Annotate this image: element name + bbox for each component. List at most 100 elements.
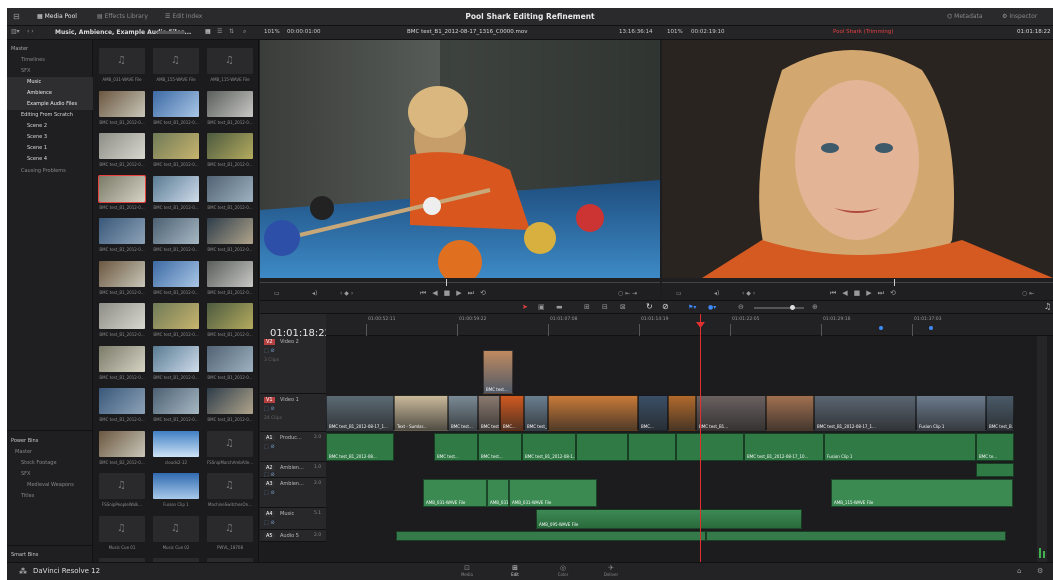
pool-clip-thumb[interactable]: ♫	[99, 515, 145, 542]
bin-scene2[interactable]: Scene 2	[7, 121, 93, 132]
timeline-clip[interactable]	[676, 433, 744, 461]
overwrite-icon[interactable]: ⊟	[602, 303, 608, 311]
timeline-clip[interactable]	[668, 395, 696, 431]
pool-clip-thumb[interactable]	[207, 345, 253, 372]
bin-scene1[interactable]: Scene 1	[7, 143, 93, 154]
jog-icon[interactable]: ‹ ◆ ›	[340, 290, 353, 297]
timeline-clip[interactable]	[576, 433, 628, 461]
timeline-marker[interactable]	[879, 326, 883, 330]
timeline-clip[interactable]: BMC...	[500, 395, 524, 431]
settings-icon[interactable]: ⚙	[1037, 567, 1043, 575]
pool-clip-thumb[interactable]	[99, 303, 145, 329]
bin-editing[interactable]: Editing From Scratch	[7, 110, 93, 121]
pool-clip-thumb[interactable]: ♫	[153, 48, 199, 74]
timeline-clip[interactable]	[976, 463, 1014, 477]
zoom-slider[interactable]	[754, 307, 804, 309]
pool-clip-thumb[interactable]	[99, 133, 145, 159]
search-icon[interactable]: ⌕	[243, 28, 246, 36]
timeline-clip[interactable]: BMC test_B1_2012-08-17_1...	[524, 395, 548, 431]
pool-clip-thumb[interactable]	[153, 133, 199, 159]
bin-list-icon[interactable]: ▥▾	[11, 28, 20, 35]
source-scrubber[interactable]	[260, 282, 660, 283]
pb-medieval[interactable]: Medieval Weapons	[7, 480, 93, 491]
track-lock-icon[interactable]: ⬚ ⊘	[264, 406, 275, 412]
timeline-clip[interactable]: BMC test_B1_2012-08...	[326, 433, 394, 461]
timeline-viewer[interactable]	[662, 40, 1053, 278]
pool-clip-thumb[interactable]: ♫	[99, 48, 145, 74]
pb-titles[interactable]: Titles	[7, 491, 93, 502]
timeline-clip[interactable]: Fusion Clip 1	[824, 433, 976, 461]
pool-clip-thumb[interactable]	[207, 90, 253, 117]
source-playhead[interactable]	[446, 279, 447, 286]
timeline-clip[interactable]: AMB_095-WAVE File	[536, 509, 802, 529]
pool-clip-thumb[interactable]	[207, 303, 253, 329]
timeline-clip[interactable]: AMB_031...	[487, 479, 509, 507]
zoom-handle[interactable]	[790, 305, 795, 310]
timeline-scrub-playhead[interactable]	[894, 279, 895, 286]
pool-clip-thumb[interactable]: ♫	[207, 48, 253, 74]
timeline-clip[interactable]: BMC test...	[448, 395, 478, 431]
timeline-clip[interactable]: BMC test...	[478, 433, 522, 461]
pool-clip-thumb[interactable]	[153, 218, 199, 244]
viewer-mode-icon[interactable]: ▭	[676, 290, 682, 297]
pool-clip-thumb[interactable]: ♫	[207, 515, 253, 542]
home-icon[interactable]: ⌂	[1017, 567, 1021, 575]
pool-clip-thumb[interactable]	[153, 345, 199, 372]
timeline-name[interactable]: Pool Shark (Trimming)	[833, 29, 894, 35]
pool-clip-thumb[interactable]	[99, 388, 145, 414]
pool-clip-thumb[interactable]	[153, 388, 199, 414]
timeline-clip[interactable]: BMC test_B1...	[696, 395, 766, 431]
pool-clip-thumb[interactable]	[153, 430, 199, 457]
track-lock-icon[interactable]: ⬚ ⊘	[264, 520, 275, 526]
pool-clip-thumb[interactable]	[153, 175, 199, 202]
pb-master[interactable]: Master	[7, 447, 93, 458]
metadata-tab[interactable]: ⌬ Metadata	[947, 13, 983, 20]
sort-icon[interactable]: ⇅	[229, 28, 234, 35]
timeline-clip[interactable]: BMC test...	[434, 433, 478, 461]
marker-icon[interactable]: ●▾	[708, 304, 716, 311]
in-out-icon[interactable]: ○ ⇤ ⇥	[618, 290, 637, 297]
pool-clip-thumb[interactable]: ♫	[207, 473, 253, 499]
timeline-clip[interactable]: BMC test_B1_2012-08-17_1...	[326, 395, 394, 431]
timeline-clip[interactable]	[766, 395, 814, 431]
pb-sfx[interactable]: SFX	[7, 469, 93, 480]
timeline-zoom[interactable]: 101%	[667, 29, 683, 35]
zoom-out-icon[interactable]: ⊖	[738, 303, 744, 311]
jog-icon[interactable]: ‹ ◆ ›	[742, 290, 755, 297]
trim-tool-icon[interactable]: ▣	[538, 303, 545, 311]
track-lock-icon[interactable]: ⬚ ⊘	[264, 444, 275, 450]
timeline-clip[interactable]	[396, 531, 706, 541]
page-deliver[interactable]: ✈ Deliver	[591, 564, 631, 580]
grid-view-icon[interactable]: ▦	[205, 28, 211, 35]
timeline-clip[interactable]: BMC test...	[483, 350, 513, 394]
pool-clip-thumb[interactable]	[99, 345, 145, 372]
audio-icon[interactable]: ◂)	[714, 290, 719, 297]
inspector-tab[interactable]: ⚙ Inspector	[1002, 13, 1037, 20]
pool-clip-thumb[interactable]	[99, 430, 145, 457]
replace-icon[interactable]: ⊠	[620, 303, 626, 311]
pool-clip-thumb[interactable]	[207, 175, 253, 202]
pool-clip-thumb[interactable]	[153, 260, 199, 287]
pool-clip-thumb[interactable]: ♫	[207, 430, 253, 457]
snapping-icon[interactable]: ↻	[646, 302, 653, 311]
pool-clip-thumb[interactable]	[153, 473, 199, 499]
pool-clip-thumb[interactable]: ♫	[153, 515, 199, 542]
insert-icon[interactable]: ⊞	[584, 303, 590, 311]
pool-clip-thumb[interactable]	[153, 90, 199, 117]
timeline-clip[interactable]: BMC...	[638, 395, 668, 431]
timeline-clip[interactable]: Text - Sumlar...	[394, 395, 448, 431]
bin-music[interactable]: Music	[7, 77, 93, 88]
pool-clip-thumb[interactable]	[99, 260, 145, 287]
pool-clip-thumb[interactable]	[99, 218, 145, 244]
bin-timelines[interactable]: Timelines	[7, 55, 93, 66]
track-lock-icon[interactable]: ⬚ ⊘	[264, 490, 275, 496]
pool-clip-thumb[interactable]: ♫	[99, 473, 145, 499]
timeline-clip[interactable]: BMC te...	[976, 433, 1014, 461]
track-lock-icon[interactable]: ⬚ ⊘	[264, 348, 275, 354]
transport-controls[interactable]: ⏮◀■▶⏭⟲	[420, 289, 492, 298]
timeline-clip[interactable]: AMB_115-WAVE File	[831, 479, 1013, 507]
link-icon[interactable]: ⊘	[662, 302, 669, 311]
pool-clip-thumb[interactable]	[207, 133, 253, 159]
page-edit[interactable]: ⊞ Edit	[495, 564, 535, 580]
bin-scene4[interactable]: Scene 4	[7, 154, 93, 165]
